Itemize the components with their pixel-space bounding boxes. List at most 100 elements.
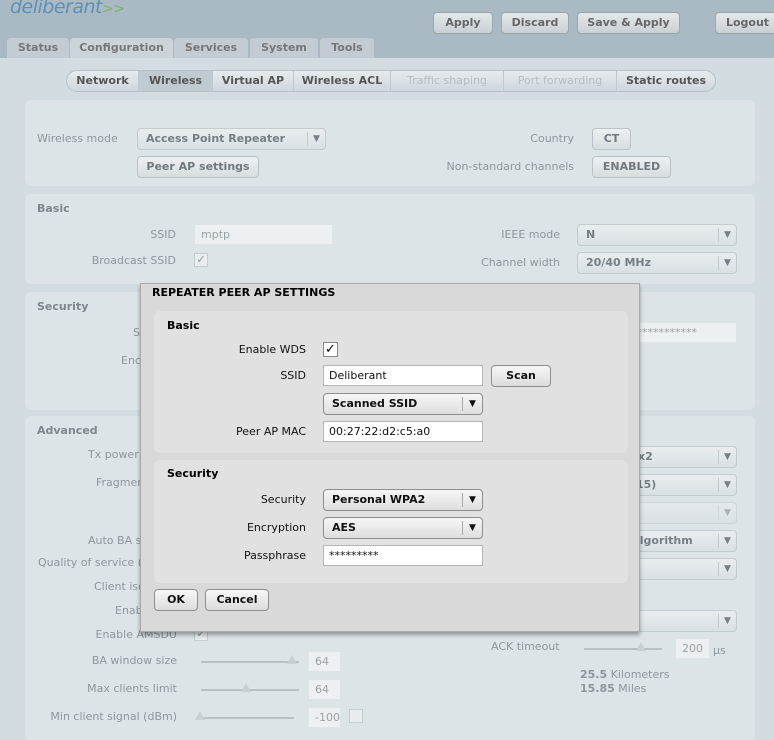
broadcast-ssid-checkbox[interactable]: ✓ xyxy=(194,253,208,267)
ieee-mode-label: IEEE mode xyxy=(501,228,560,241)
chevron-down-icon: ▼ xyxy=(718,506,736,520)
subtab-wireless[interactable]: Wireless xyxy=(139,71,213,91)
tx-power-value: x2 xyxy=(638,450,653,463)
logo-arrows-icon: >> xyxy=(102,1,125,17)
distance-miles-value: 15.85 xyxy=(580,682,615,695)
channel-width-value: 20/40 MHz xyxy=(586,256,652,269)
chevron-down-icon: ▼ xyxy=(462,521,482,535)
logo-text: deliberant xyxy=(10,0,103,18)
chevron-down-icon: ▼ xyxy=(718,450,736,464)
subtab-static-routes[interactable]: Static routes xyxy=(617,71,715,91)
min-signal-input[interactable]: -100 xyxy=(308,707,341,728)
dialog-title: REPEATER PEER AP SETTINGS xyxy=(152,286,336,299)
dialog-encryption-label: Encryption xyxy=(246,521,306,534)
ack-timeout-unit: µs xyxy=(713,644,726,657)
passphrase-input[interactable]: ********* xyxy=(323,545,483,566)
logout-button[interactable]: Logout xyxy=(715,12,774,34)
nonstd-channels-button[interactable]: ENABLED xyxy=(592,156,671,178)
max-clients-label: Max clients limit xyxy=(87,682,177,695)
tab-configuration[interactable]: Configuration xyxy=(70,38,173,59)
ack-timeout-input[interactable]: 200 xyxy=(675,638,710,659)
ack-timeout-slider-handle[interactable] xyxy=(636,642,646,651)
basic-heading: Basic xyxy=(37,202,70,215)
peer-ap-settings-button[interactable]: Peer AP settings xyxy=(137,156,259,178)
header: deliberant>> Apply Discard Save & Apply … xyxy=(0,0,774,59)
chevron-down-icon: ▼ xyxy=(718,228,736,242)
wireless-mode-value: Access Point Repeater xyxy=(146,132,286,145)
scanned-ssid-value: Scanned SSID xyxy=(332,397,418,410)
min-signal-checkbox[interactable] xyxy=(349,709,363,723)
dialog-ssid-label: SSID xyxy=(280,369,306,382)
max-clients-input[interactable]: 64 xyxy=(308,679,341,700)
security-heading: Security xyxy=(37,300,89,313)
country-button[interactable]: CT xyxy=(592,128,631,150)
chevron-down-icon: ▼ xyxy=(307,132,325,146)
country-label: Country xyxy=(530,132,574,145)
subtab-port-forwarding: Port forwarding xyxy=(504,71,617,91)
chevron-down-icon: ▼ xyxy=(718,562,736,576)
ba-window-slider[interactable] xyxy=(201,661,299,663)
ieee-mode-value: N xyxy=(586,228,596,241)
chevron-down-icon: ▼ xyxy=(718,614,736,628)
ok-button[interactable]: OK xyxy=(154,589,198,611)
tab-tools[interactable]: Tools xyxy=(320,38,374,58)
dialog-encryption-value: AES xyxy=(332,521,356,534)
min-signal-label: Min client signal (dBm) xyxy=(50,710,177,723)
dialog-encryption-select[interactable]: AES ▼ xyxy=(323,517,483,539)
save-apply-button[interactable]: Save & Apply xyxy=(577,12,680,34)
chevron-down-icon: ▼ xyxy=(462,493,482,507)
passphrase-label: Passphrase xyxy=(243,549,306,562)
dialog-security-select[interactable]: Personal WPA2 ▼ xyxy=(323,489,483,511)
wireless-mode-select[interactable]: Access Point Repeater ▼ xyxy=(137,128,326,150)
subtabs: Network Wireless Virtual AP Wireless ACL… xyxy=(66,70,716,92)
ssid-label: SSID xyxy=(150,228,176,241)
discard-button[interactable]: Discard xyxy=(501,12,569,34)
enable-wds-label: Enable WDS xyxy=(238,343,306,356)
chevron-down-icon: ▼ xyxy=(462,397,482,411)
tab-services[interactable]: Services xyxy=(174,38,248,58)
enable-wds-checkbox[interactable]: ✓ xyxy=(323,342,338,357)
min-signal-slider[interactable] xyxy=(196,717,294,719)
dialog-ssid-input[interactable]: Deliberant xyxy=(323,365,483,386)
subtab-network[interactable]: Network xyxy=(67,71,139,91)
channel-width-select[interactable]: 20/40 MHz ▼ xyxy=(577,252,737,274)
chevron-down-icon: ▼ xyxy=(718,534,736,548)
scanned-ssid-select[interactable]: Scanned SSID ▼ xyxy=(323,393,483,415)
peer-ap-mac-input[interactable]: 00:27:22:d2:c5:a0 xyxy=(323,421,483,442)
subtab-traffic-shaping: Traffic shaping xyxy=(391,71,504,91)
advanced-heading: Advanced xyxy=(37,424,98,437)
ba-window-slider-handle[interactable] xyxy=(287,655,297,664)
dialog-security-heading: Security xyxy=(167,467,219,480)
nonstd-channels-label: Non-standard channels xyxy=(446,160,574,173)
apply-button[interactable]: Apply xyxy=(433,12,493,34)
wireless-mode-label: Wireless mode xyxy=(37,132,118,145)
peer-ap-mac-label: Peer AP MAC xyxy=(236,425,306,438)
tab-status[interactable]: Status xyxy=(7,38,69,58)
ieee-mode-select[interactable]: N ▼ xyxy=(577,224,737,246)
ack-timeout-slider[interactable] xyxy=(584,648,662,650)
scan-button[interactable]: Scan xyxy=(491,365,551,387)
chevron-down-icon: ▼ xyxy=(718,478,736,492)
distance-km-value: 25.5 xyxy=(580,668,608,681)
subtab-wireless-acl[interactable]: Wireless ACL xyxy=(294,71,391,91)
max-clients-slider-handle[interactable] xyxy=(241,683,251,692)
ba-window-label: BA window size xyxy=(91,654,177,667)
qos-label: Quality of service (W xyxy=(38,556,153,569)
ba-window-input[interactable]: 64 xyxy=(308,651,341,672)
cancel-button[interactable]: Cancel xyxy=(205,589,269,611)
broadcast-ssid-label: Broadcast SSID xyxy=(91,254,176,267)
distance-km: 25.5 Kilometers xyxy=(580,668,670,681)
peer-ap-settings-dialog: REPEATER PEER AP SETTINGS Basic Enable W… xyxy=(140,283,640,632)
dialog-security-value: Personal WPA2 xyxy=(332,493,426,506)
ssid-input[interactable]: mptp xyxy=(194,224,333,245)
channel-width-label: Channel width xyxy=(481,256,560,269)
distance-miles-unit: Miles xyxy=(618,682,647,695)
tab-system[interactable]: System xyxy=(250,38,318,58)
min-signal-slider-handle[interactable] xyxy=(195,711,205,720)
distance-km-unit: Kilometers xyxy=(610,668,670,681)
dialog-security-label: Security xyxy=(260,493,306,506)
subtab-virtual-ap[interactable]: Virtual AP xyxy=(213,71,294,91)
distance-miles: 15.85 Miles xyxy=(580,682,646,695)
dialog-basic-heading: Basic xyxy=(167,319,200,332)
logo: deliberant>> xyxy=(10,0,125,18)
